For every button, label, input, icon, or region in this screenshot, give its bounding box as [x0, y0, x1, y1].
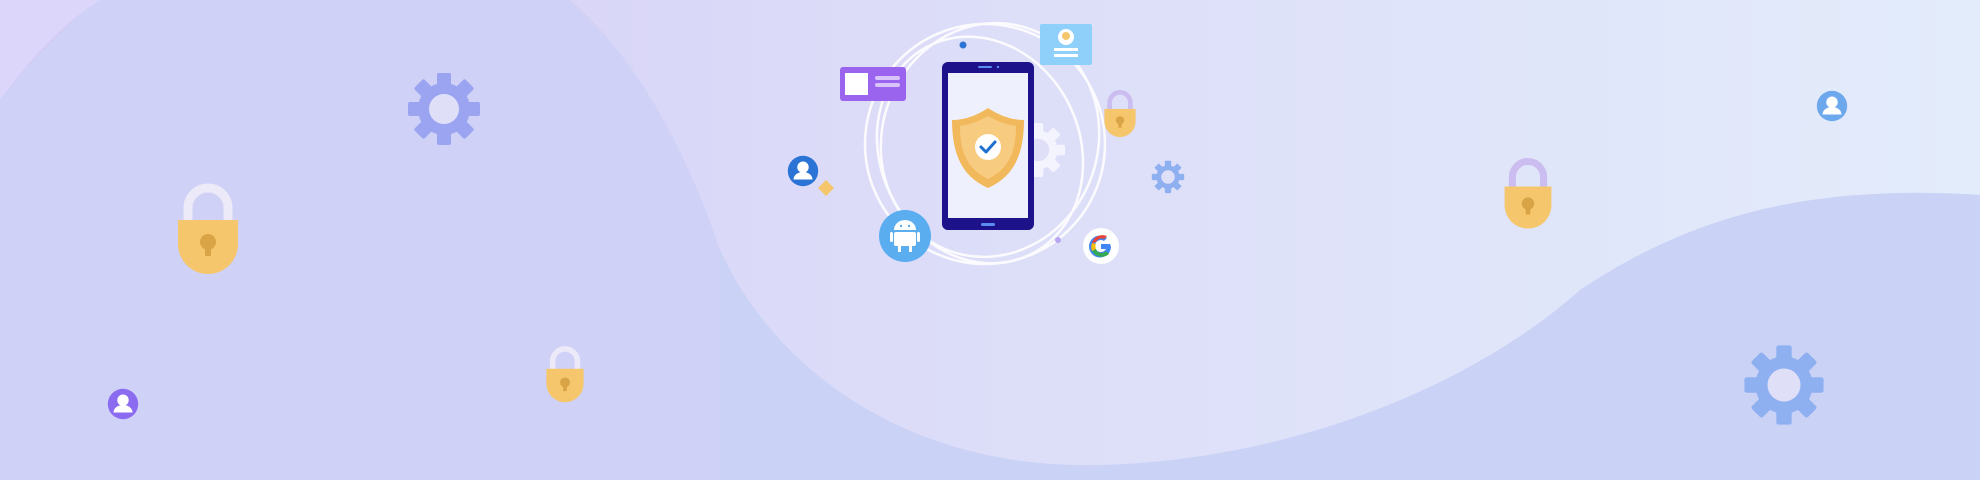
security-banner-illustration	[0, 0, 1980, 480]
id-card-icon	[1040, 24, 1092, 65]
gear-icon	[1744, 345, 1824, 425]
orbit-dot	[1055, 237, 1061, 243]
user-avatar-icon	[107, 388, 139, 420]
google-icon	[1083, 228, 1119, 264]
user-avatar-icon	[1816, 90, 1848, 122]
checkmark-badge	[975, 134, 1001, 160]
orbit-dot	[959, 41, 967, 49]
android-icon	[879, 210, 931, 262]
gear-icon	[1151, 160, 1185, 194]
profile-card-icon	[840, 67, 906, 101]
gear-icon	[408, 73, 480, 145]
user-avatar-icon	[787, 155, 819, 187]
